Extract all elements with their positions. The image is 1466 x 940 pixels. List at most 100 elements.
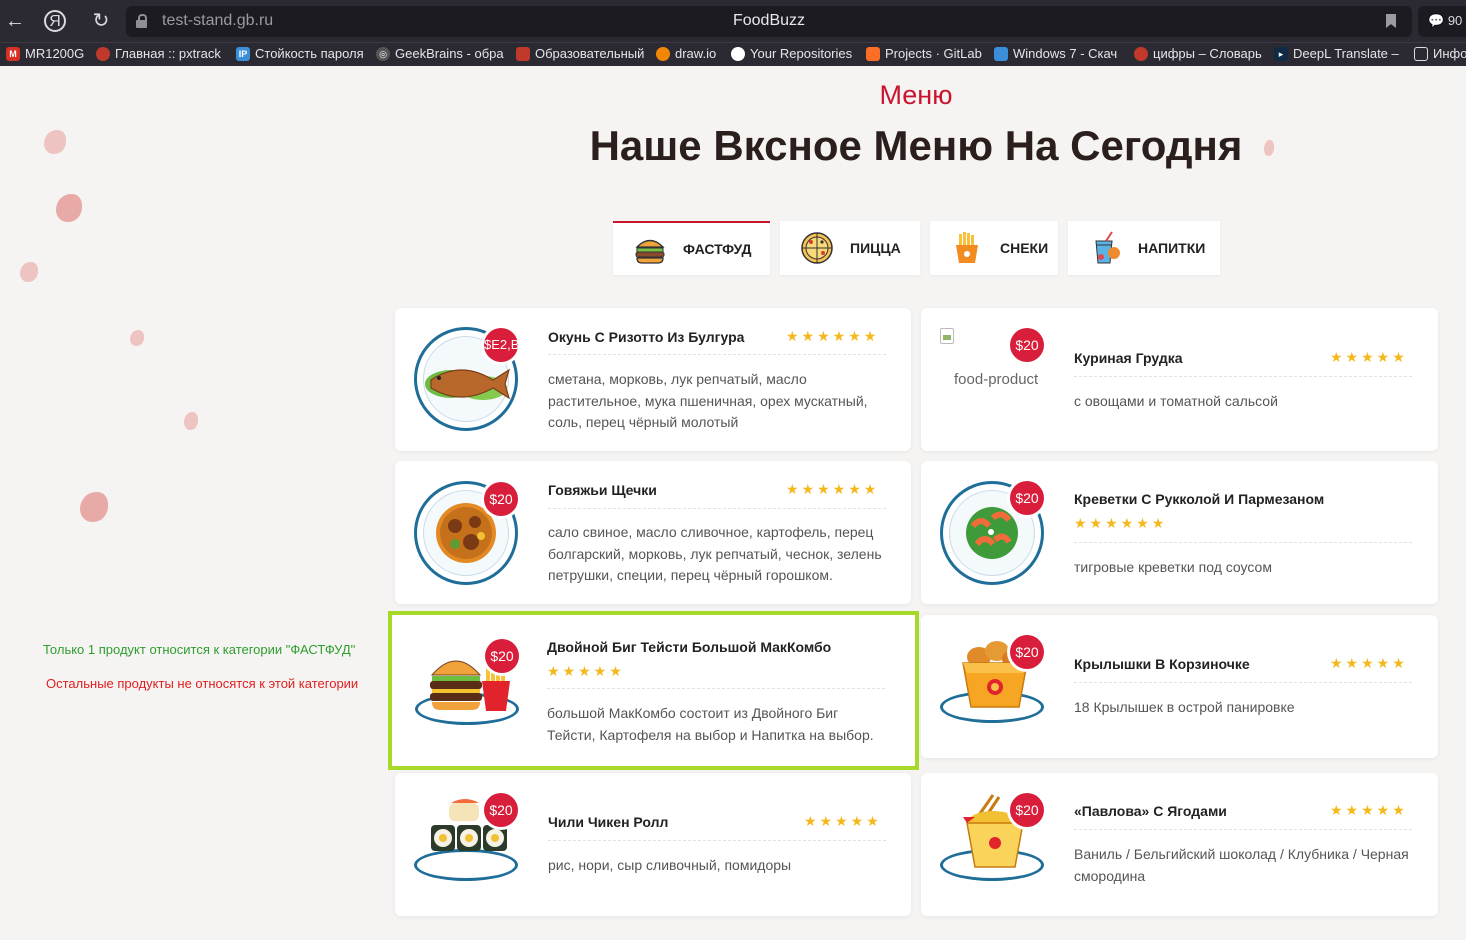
bookmark-item[interactable]: Windows 7 - Скач	[994, 46, 1117, 61]
divider	[547, 688, 885, 689]
price-badge: $20	[1010, 635, 1044, 669]
petal-decoration	[130, 330, 144, 346]
bookmark-item[interactable]: Projects · GitLab	[866, 46, 982, 61]
divider	[1074, 829, 1412, 830]
divider	[1074, 376, 1412, 377]
education-icon	[516, 46, 530, 61]
price-badge: $20	[1010, 481, 1044, 515]
tab-label: СНЕКИ	[1000, 240, 1049, 256]
rating-stars: ★★★★★	[804, 813, 882, 829]
tab-pizza[interactable]: ПИЦЦА	[780, 221, 920, 275]
price-badge: $20	[484, 482, 518, 516]
back-arrow-icon[interactable]: ←	[2, 8, 28, 34]
bookmark-item[interactable]: M MR1200G	[6, 46, 84, 61]
address-bar[interactable]: test-stand.gb.ru FoodBuzz	[126, 6, 1412, 37]
annotation-green: Только 1 продукт относится к категории "…	[43, 642, 356, 657]
section-label: Меню	[879, 80, 953, 110]
rating-stars: ★★★★★★	[1074, 515, 1168, 531]
product-description: большой МакКомбо состоит из Двойного Биг…	[547, 705, 874, 743]
bookmark-item[interactable]: Главная :: pxtrack	[96, 46, 221, 61]
divider	[548, 508, 886, 509]
rating-stars: ★★★★★	[1330, 349, 1408, 365]
product-description: рис, нори, сыр сливочный, помидоры	[548, 857, 792, 873]
ip-icon: IP	[236, 46, 250, 61]
comment-icon: 💬	[1428, 13, 1445, 28]
product-title[interactable]: Двойной Биг Тейсти Большой МакКомбо	[547, 639, 831, 655]
divider	[1074, 542, 1412, 543]
price-badge: $20	[1010, 328, 1044, 362]
product-title[interactable]: Чили Чикен Ролл	[548, 814, 668, 830]
rating-stars: ★★★★★	[547, 663, 625, 679]
tab-snacks[interactable]: СНЕКИ	[930, 221, 1058, 275]
product-description: Ваниль / Бельгийский шоколад / Клубника …	[1074, 846, 1409, 884]
bookmarks-bar: M MR1200G Главная :: pxtrack IP Стойкость …	[0, 42, 1466, 66]
product-card[interactable]: $20 Креветки С Рукколой И Пармезаном ★★★…	[921, 461, 1438, 604]
bookmark-item[interactable]: draw.io	[656, 46, 716, 61]
product-description: сметана, морковь, лук репчатый, масло ра…	[548, 371, 868, 430]
product-description: тигровые креветки под соусом	[1074, 559, 1272, 575]
petal-decoration	[56, 194, 82, 222]
car-icon	[96, 46, 110, 61]
divider	[548, 840, 886, 841]
bookmark-item[interactable]: ◎ GeekBrains - обра	[376, 46, 504, 61]
image-alt-text: food-product	[954, 371, 1039, 388]
github-icon	[731, 46, 745, 61]
tab-label: ФАСТФУД	[683, 241, 752, 257]
product-card-highlighted[interactable]: $20 Двойной Биг Тейсти Большой МакКомбо …	[388, 611, 919, 770]
bookmark-item[interactable]: IP Стойкость пароля	[236, 46, 364, 61]
gitlab-icon	[866, 46, 880, 61]
product-card[interactable]: food-product $20 Куриная Грудка ★★★★★ с …	[921, 308, 1438, 451]
tab-label: ПИЦЦА	[850, 240, 901, 256]
broken-image-icon	[940, 328, 954, 344]
pizza-icon	[800, 231, 834, 265]
page-title-tab: FoodBuzz	[732, 12, 806, 29]
drink-icon	[1088, 231, 1122, 265]
product-title[interactable]: Куриная Грудка	[1074, 350, 1183, 366]
product-description: сало свиное, масло сливочное, картофель,…	[548, 524, 882, 583]
product-title[interactable]: «Павлова» С Ягодами	[1074, 803, 1227, 819]
product-card[interactable]: $20 Крылышки В Корзиночке ★★★★★ 18 Крылы…	[921, 615, 1438, 758]
yandex-icon[interactable]: Я	[44, 10, 66, 32]
divider	[1074, 682, 1412, 683]
product-description: 18 Крылышек в острой панировке	[1074, 699, 1295, 715]
petal-decoration	[80, 492, 108, 522]
bookmark-item[interactable]: Инфо	[1414, 46, 1466, 61]
price-badge: $20	[484, 793, 518, 827]
comments-count: 90	[1447, 13, 1463, 28]
rating-stars: ★★★★★	[1330, 802, 1408, 818]
bookmark-item[interactable]: цифры – Словарь	[1134, 46, 1262, 61]
tab-drinks[interactable]: НАПИТКИ	[1068, 221, 1220, 275]
product-card[interactable]: $E2,B Окунь С Ризотто Из Булгура ★★★★★★ …	[395, 308, 911, 451]
rating-stars: ★★★★★★	[786, 481, 880, 497]
product-card[interactable]: $20 Чили Чикен Ролл ★★★★★ рис, нори, сыр…	[395, 773, 911, 916]
burger-icon	[633, 232, 667, 266]
tab-label: НАПИТКИ	[1138, 240, 1206, 256]
product-title[interactable]: Креветки С Рукколой И Пармезаном	[1074, 491, 1324, 507]
comments-extension-button[interactable]: 💬 90	[1418, 6, 1466, 37]
reload-icon[interactable]: ↻	[88, 8, 114, 34]
rating-stars: ★★★★★	[1330, 655, 1408, 671]
petal-decoration	[20, 262, 38, 282]
bookmark-item[interactable]: Your Repositories	[731, 46, 852, 61]
gmail-icon: M	[6, 46, 20, 61]
product-title[interactable]: Окунь С Ризотто Из Булгура	[548, 329, 744, 345]
rating-stars: ★★★★★★	[786, 328, 880, 344]
windows-icon	[994, 46, 1008, 61]
product-title[interactable]: Крылышки В Корзиночке	[1074, 656, 1250, 672]
product-title[interactable]: Говяжьи Щечки	[548, 482, 657, 498]
price-badge: $E2,B	[484, 328, 519, 362]
product-card[interactable]: $20 «Павлова» С Ягодами ★★★★★ Ваниль / Б…	[921, 773, 1438, 916]
document-icon	[1414, 46, 1428, 61]
bookmark-item[interactable]: Образовательный	[516, 46, 644, 61]
annotation-red: Остальные продукты не относятся к этой к…	[46, 676, 359, 691]
product-description: с овощами и томатной сальсой	[1074, 393, 1278, 409]
browser-toolbar: ← Я ↻ test-stand.gb.ru FoodBuzz 💬 90	[0, 0, 1466, 42]
tab-fastfood[interactable]: ФАСТФУД	[613, 221, 770, 275]
dictionary-icon	[1134, 46, 1148, 61]
petal-decoration	[184, 412, 198, 430]
product-card[interactable]: $20 Говяжьи Щечки ★★★★★★ сало свиное, ма…	[395, 461, 911, 604]
bookmark-item[interactable]: ▸ DeepL Translate –	[1274, 46, 1399, 61]
section-title: Наше Вксное Меню На Сегодня	[589, 122, 1243, 169]
divider	[548, 354, 886, 355]
geekbrains-icon: ◎	[376, 46, 390, 61]
